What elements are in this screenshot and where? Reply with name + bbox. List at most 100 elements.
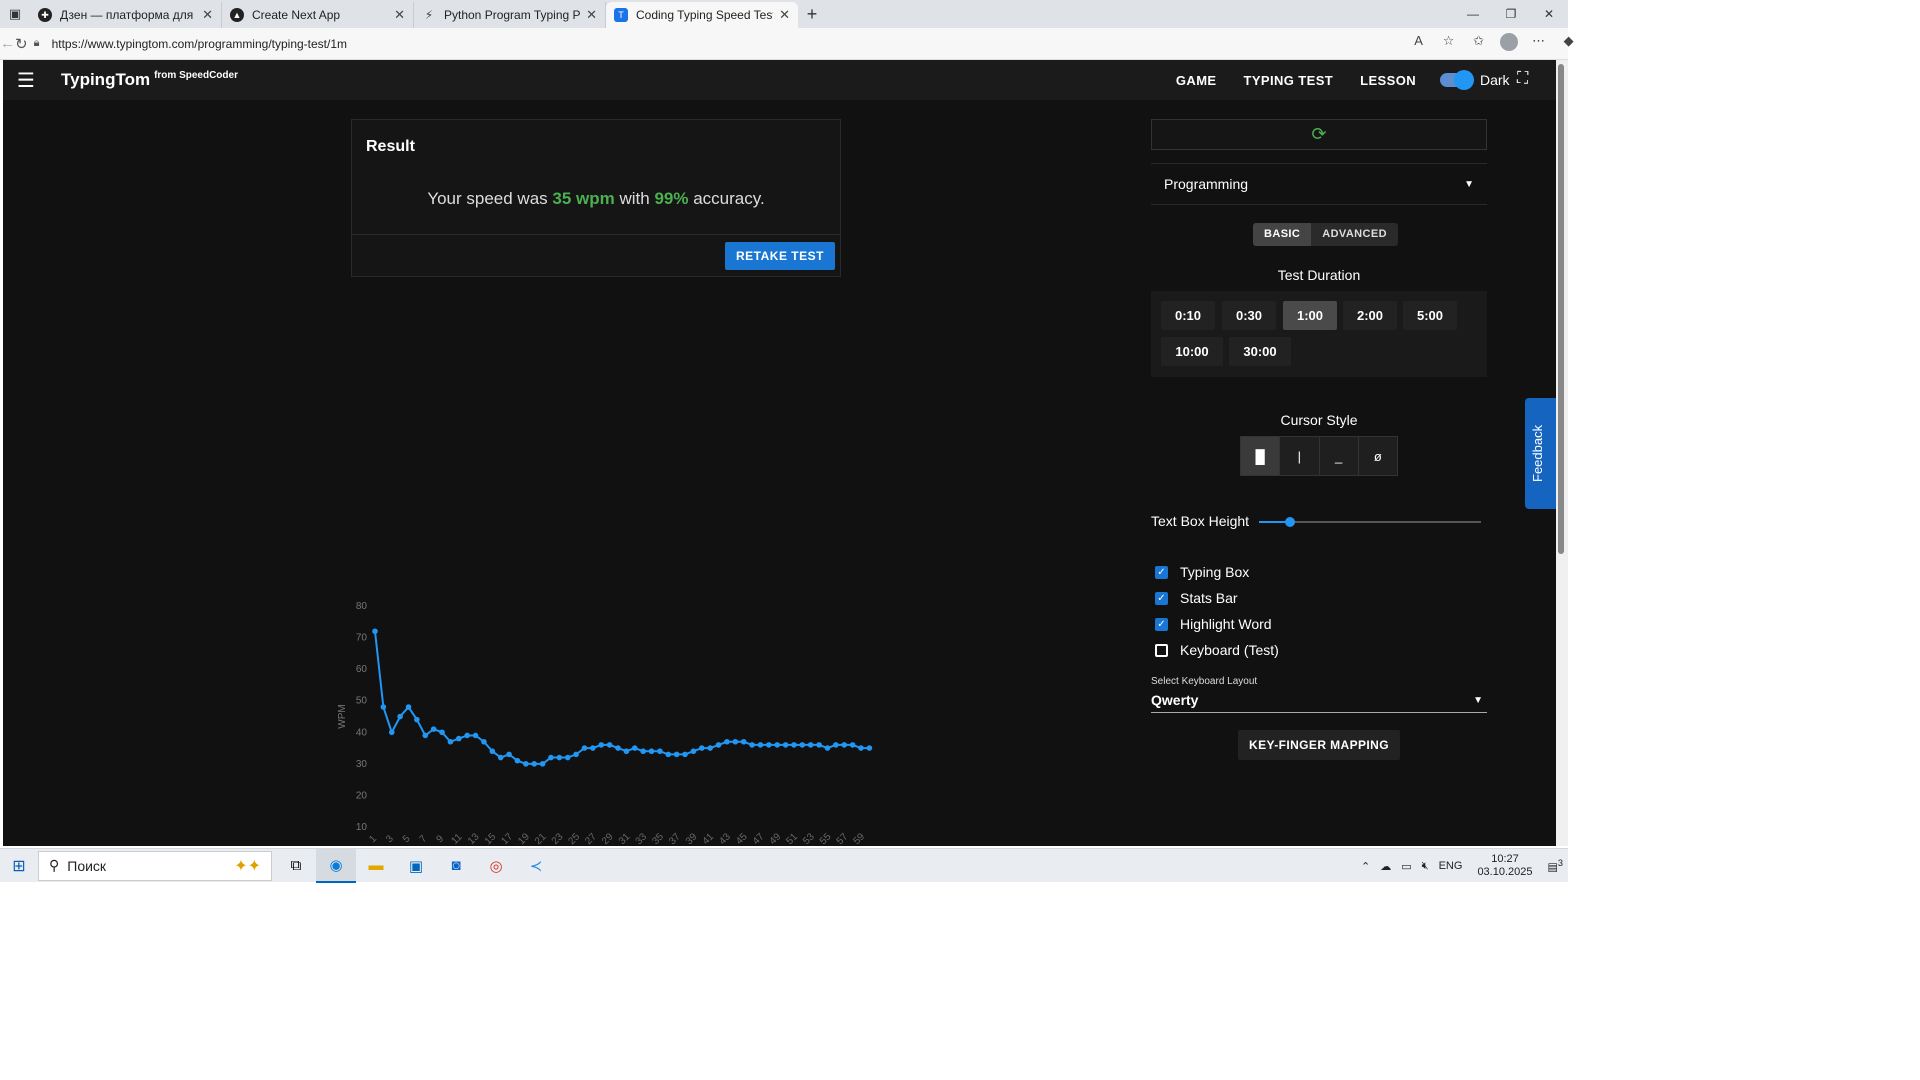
feedback-button[interactable]: Feedback: [1525, 398, 1556, 509]
read-aloud-icon[interactable]: A: [1404, 33, 1434, 54]
duration-title: Test Duration: [1277, 267, 1361, 283]
dark-switch[interactable]: [1440, 70, 1474, 90]
keyboard-test-checkbox[interactable]: Keyboard (Test): [1155, 642, 1279, 658]
file-explorer-icon[interactable]: ▬: [356, 849, 396, 883]
cursor-block-button[interactable]: █: [1241, 437, 1281, 475]
new-tab-button[interactable]: +: [798, 4, 826, 25]
task-view-icon[interactable]: ⧉: [276, 849, 316, 883]
y-tick-label: 10: [356, 822, 368, 833]
cursor-none-button[interactable]: ø: [1359, 437, 1397, 475]
data-point: [455, 735, 462, 742]
fullscreen-icon[interactable]: ⛶: [1517, 70, 1528, 88]
stats-bar-checkbox[interactable]: ✓ Stats Bar: [1155, 590, 1238, 606]
data-point: [372, 628, 378, 635]
data-point: [715, 742, 722, 748]
y-tick-label: 80: [356, 601, 368, 612]
typing-box-checkbox[interactable]: ✓ Typing Box: [1155, 564, 1249, 580]
slider-handle[interactable]: [1285, 517, 1296, 527]
copilot-icon[interactable]: ◆: [1554, 33, 1584, 54]
x-tick-label: 37: [667, 831, 683, 846]
duration-30-00-button[interactable]: 30:00: [1229, 337, 1291, 366]
volume-muted-icon[interactable]: 🔇︎: [1422, 860, 1429, 873]
tab-actions-icon[interactable]: ▣: [0, 0, 30, 28]
restore-icon[interactable]: ❐: [1492, 0, 1530, 28]
close-tab-icon[interactable]: ✕: [779, 7, 790, 23]
taskbar-search[interactable]: ⚲ Поиск ✦✦: [38, 850, 272, 881]
notification-count: 3: [1557, 858, 1563, 869]
favorite-star-icon[interactable]: ☆: [1434, 33, 1464, 54]
nav-typing-test[interactable]: TYPING TEST: [1244, 73, 1334, 88]
duration-0-30-button[interactable]: 0:30: [1222, 301, 1276, 330]
chevron-down-icon: ▼: [1473, 694, 1483, 706]
cursor-style-title: Cursor Style: [1280, 412, 1358, 428]
y-tick-label: 70: [356, 633, 368, 644]
x-tick-label: 1: [367, 833, 379, 845]
browser-tab-dzen[interactable]: ✚ Дзен — платформа для просмот ✕: [30, 2, 222, 28]
url-field[interactable]: 🔒︎ https://www.typingtom.com/programming…: [34, 32, 1404, 56]
close-window-icon[interactable]: ✕: [1530, 0, 1568, 28]
checkbox-label: Stats Bar: [1180, 590, 1238, 606]
outlook-icon[interactable]: ◙: [436, 849, 476, 883]
tray-chevron-icon[interactable]: ⌃: [1361, 860, 1370, 873]
browser-tab-typing-test[interactable]: T Coding Typing Speed Test - 1 min ✕: [606, 2, 798, 28]
store-icon[interactable]: ▣: [396, 849, 436, 883]
notifications-icon[interactable]: ▤3: [1548, 858, 1564, 874]
minimize-icon[interactable]: —: [1454, 0, 1492, 28]
mode-basic-button[interactable]: BASIC: [1253, 223, 1312, 246]
duration-5-00-button[interactable]: 5:00: [1403, 301, 1457, 330]
cursor-bar-button[interactable]: |: [1280, 437, 1320, 475]
nav-game[interactable]: GAME: [1176, 73, 1217, 88]
refresh-icon: ⟳: [1311, 124, 1327, 144]
data-point: [816, 742, 822, 748]
nav-lesson[interactable]: LESSON: [1360, 73, 1416, 88]
data-point: [648, 748, 655, 755]
site-info-icon[interactable]: 🔒︎: [34, 37, 52, 50]
cursor-underline-button[interactable]: _: [1320, 437, 1359, 475]
data-point: [682, 751, 688, 758]
close-tab-icon[interactable]: ✕: [394, 7, 405, 23]
back-icon[interactable]: ←: [0, 35, 15, 52]
favorites-icon[interactable]: ✩: [1464, 33, 1494, 54]
highlight-word-checkbox[interactable]: ✓ Highlight Word: [1155, 616, 1272, 632]
reload-icon[interactable]: ↻: [15, 35, 28, 53]
divider: [352, 234, 840, 235]
keyboard-layout-select[interactable]: Qwerty ▼: [1151, 688, 1487, 713]
mode-advanced-button[interactable]: ADVANCED: [1311, 223, 1398, 246]
y-tick-label: 60: [356, 664, 368, 675]
summary-mid: with: [614, 189, 655, 208]
x-tick-label: 27: [583, 831, 599, 846]
dark-mode-toggle[interactable]: Dark: [1440, 70, 1510, 90]
checkbox-checked-icon: ✓: [1155, 591, 1168, 605]
textbox-height-slider[interactable]: [1259, 517, 1481, 527]
close-tab-icon[interactable]: ✕: [586, 7, 597, 23]
language-indicator[interactable]: ENG: [1439, 860, 1463, 872]
menu-icon[interactable]: ☰: [3, 68, 49, 93]
browser-tab-python-practice[interactable]: ⚡ Python Program Typing Practice | ✕: [414, 2, 606, 28]
close-tab-icon[interactable]: ✕: [202, 7, 213, 23]
windows-start-icon[interactable]: ⊞: [0, 849, 38, 883]
browser-tab-next-app[interactable]: ▲ Create Next App ✕: [222, 2, 414, 28]
page-scrollbar[interactable]: [1556, 60, 1568, 846]
retake-test-button[interactable]: RETAKE TEST: [725, 242, 835, 270]
more-options-icon[interactable]: ⋯: [1524, 33, 1554, 54]
restart-button[interactable]: ⟳: [1151, 119, 1487, 150]
duration-1-00-button[interactable]: 1:00: [1283, 301, 1337, 330]
x-tick-label: 17: [499, 831, 515, 846]
chrome-icon[interactable]: ◎: [476, 849, 516, 883]
duration-2-00-button[interactable]: 2:00: [1343, 301, 1397, 330]
vscode-icon[interactable]: ≺: [516, 849, 556, 883]
brand-logo[interactable]: TypingTom from SpeedCoder: [61, 70, 238, 90]
data-point: [430, 726, 437, 732]
onedrive-icon[interactable]: ☁: [1380, 860, 1391, 873]
profile-icon[interactable]: [1494, 33, 1524, 54]
language-select[interactable]: Programming ▼: [1151, 163, 1487, 205]
data-point: [414, 716, 420, 723]
edge-browser-icon[interactable]: ◉: [316, 848, 356, 883]
scrollbar-thumb[interactable]: [1558, 64, 1564, 554]
network-icon[interactable]: ▭: [1401, 860, 1411, 873]
clock[interactable]: 10:27 03.10.2025: [1477, 853, 1532, 879]
duration-10-00-button[interactable]: 10:00: [1161, 337, 1223, 366]
duration-0-10-button[interactable]: 0:10: [1161, 301, 1215, 330]
checkbox-label: Highlight Word: [1180, 616, 1272, 632]
key-finger-mapping-button[interactable]: KEY-FINGER MAPPING: [1238, 730, 1400, 760]
